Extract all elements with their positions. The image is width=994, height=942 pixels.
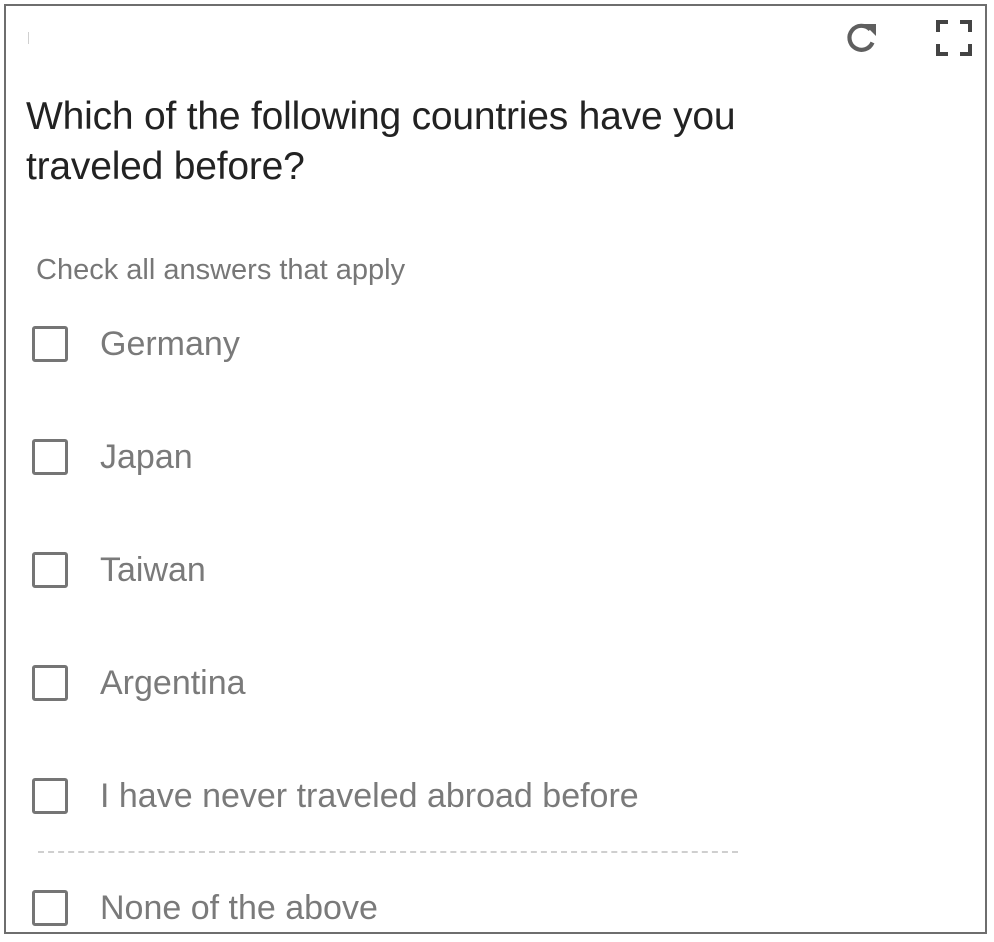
option-label: Japan (100, 438, 193, 476)
option-argentina[interactable]: Argentina (32, 658, 246, 708)
option-taiwan[interactable]: Taiwan (32, 545, 206, 595)
checkbox[interactable] (32, 439, 68, 475)
checkbox[interactable] (32, 778, 68, 814)
option-label: Germany (100, 325, 240, 363)
fullscreen-button[interactable] (932, 16, 976, 60)
option-label: Taiwan (100, 551, 206, 589)
checkbox[interactable] (32, 665, 68, 701)
refresh-icon (842, 18, 882, 58)
refresh-button[interactable] (840, 16, 884, 60)
option-none-of-the-above[interactable]: None of the above (32, 883, 378, 932)
question-text: Which of the following countries have yo… (26, 95, 736, 188)
fullscreen-icon (935, 19, 973, 57)
checkbox[interactable] (32, 552, 68, 588)
option-label: None of the above (100, 889, 378, 927)
option-never-traveled[interactable]: I have never traveled abroad before (32, 771, 639, 821)
text-cursor-mark (28, 32, 29, 44)
option-label: I have never traveled abroad before (100, 777, 639, 815)
options-divider (38, 851, 738, 853)
option-label: Argentina (100, 664, 246, 702)
checkbox[interactable] (32, 890, 68, 926)
instruction-text: Check all answers that apply (36, 254, 406, 286)
survey-card: Which of the following countries have yo… (4, 4, 987, 934)
option-germany[interactable]: Germany (32, 319, 240, 369)
option-japan[interactable]: Japan (32, 432, 193, 482)
checkbox[interactable] (32, 326, 68, 362)
